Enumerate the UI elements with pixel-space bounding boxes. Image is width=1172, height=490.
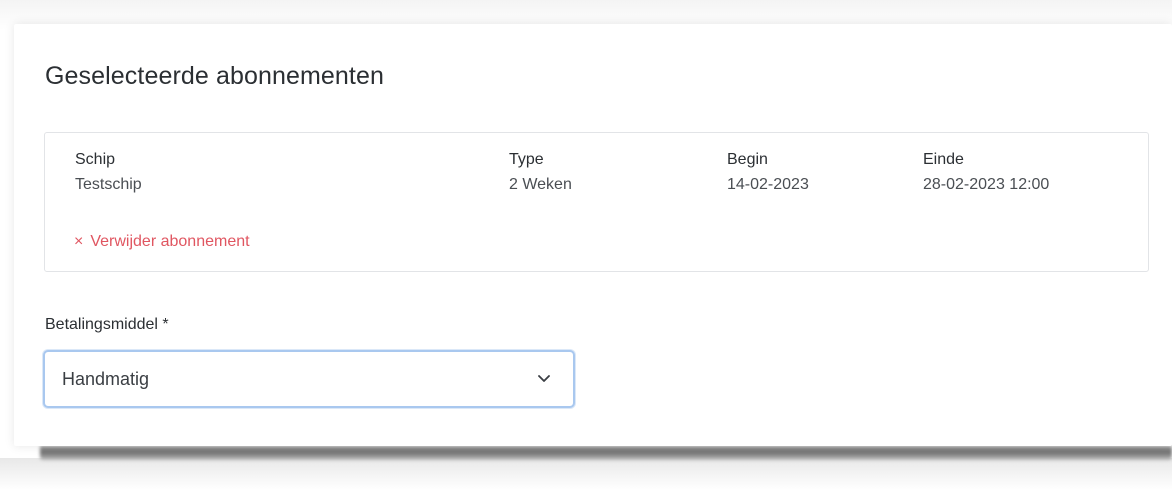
- page-stage: Geselecteerde abonnementen Schip Testsch…: [0, 0, 1172, 490]
- column-begin: Begin 14-02-2023: [727, 150, 809, 195]
- remove-subscription-label: Verwijder abonnement: [90, 233, 250, 250]
- subscriptions-card: Geselecteerde abonnementen Schip Testsch…: [14, 24, 1172, 446]
- subscription-item: Schip Testschip Type 2 Weken Begin 14-02…: [44, 132, 1149, 272]
- payment-method-select[interactable]: Handmatig: [43, 350, 575, 408]
- column-value: 2 Weken: [509, 176, 572, 193]
- column-header: Einde: [923, 151, 964, 168]
- remove-subscription-link[interactable]: × Verwijder abonnement: [74, 233, 250, 251]
- card-drop-shadow: [40, 446, 1172, 460]
- column-header: Type: [509, 151, 544, 168]
- column-einde: Einde 28-02-2023 12:00: [923, 150, 1049, 195]
- column-schip: Schip Testschip: [75, 150, 142, 195]
- payment-method-value: Handmatig: [62, 368, 150, 389]
- chevron-down-icon: [538, 375, 550, 382]
- page-title: Geselecteerde abonnementen: [45, 62, 384, 90]
- column-header: Begin: [727, 151, 768, 168]
- column-value: 14-02-2023: [727, 176, 809, 193]
- column-header: Schip: [75, 151, 116, 168]
- column-value: 28-02-2023 12:00: [923, 176, 1050, 193]
- payment-method-label: Betalingsmiddel *: [45, 316, 169, 333]
- column-type: Type 2 Weken: [509, 150, 572, 195]
- close-icon: ×: [74, 233, 84, 250]
- column-value: Testschip: [75, 176, 142, 193]
- bottom-fade: [0, 458, 1172, 490]
